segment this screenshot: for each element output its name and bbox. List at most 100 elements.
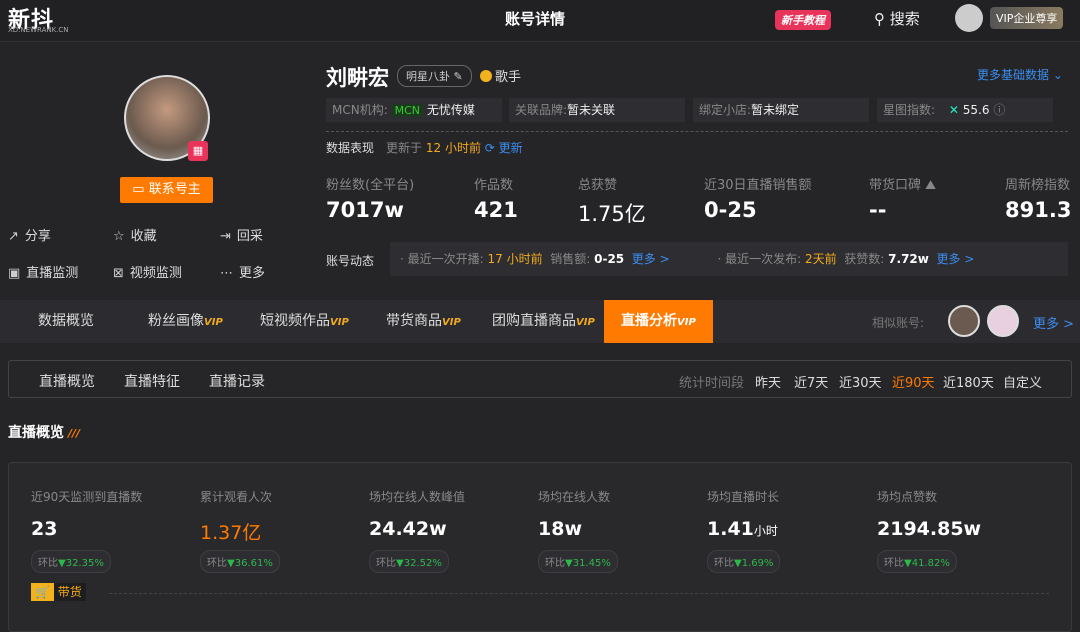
period-7d[interactable]: 近7天 <box>794 372 828 391</box>
page-title: 账号详情 <box>505 10 566 28</box>
metric-number: 23 <box>31 518 58 540</box>
sub-tabs-bar: 直播概览 直播特征 直播记录 统计时间段 昨天 近7天 近30天 近90天 近1… <box>8 360 1072 398</box>
stat-value: 1.75亿 <box>578 202 646 226</box>
metric-value: 1.41小时 <box>707 518 778 540</box>
ratio-label: 环比 <box>714 558 734 569</box>
metric-change: ▼41.82% <box>904 558 950 569</box>
main-tabs: 数据概览 粉丝画像VIP 短视频作品VIP 带货商品VIP 团购直播商品VIP … <box>0 300 1080 343</box>
metric-change: ▼32.52% <box>396 558 442 569</box>
tag-label: 明星八卦 <box>406 70 450 83</box>
dynamics-bar: · 最近一次开播: 17 小时前 销售额: 0-25 更多 > · 最近一次发布… <box>390 242 1068 276</box>
vip-tag: VIP <box>576 317 595 328</box>
info-label: 星图指数: <box>883 103 936 117</box>
info-value[interactable]: 无忧传媒 <box>427 103 475 117</box>
video-monitor-label: 视频监测 <box>129 266 182 281</box>
share-button[interactable]: ↗ 分享 <box>8 225 51 244</box>
period-custom[interactable]: 自定义 <box>1003 372 1042 391</box>
recollect-icon: ⇥ <box>220 229 231 244</box>
down-arrow-icon: ▼ <box>58 558 66 569</box>
subtab-live-records[interactable]: 直播记录 <box>209 371 265 391</box>
tab-group-live-goods[interactable]: 团购直播商品VIP <box>492 300 595 343</box>
qr-code-icon[interactable]: ▦ <box>188 141 208 161</box>
period-180d[interactable]: 近180天 <box>943 372 994 391</box>
tab-short-video[interactable]: 短视频作品VIP <box>260 300 349 343</box>
contact-owner-button[interactable]: ▭ 联系号主 <box>120 177 213 203</box>
tab-goods[interactable]: 带货商品VIP <box>386 300 461 343</box>
contact-label: 联系号主 <box>148 182 201 197</box>
search-label: 搜索 <box>889 10 920 28</box>
metric-value: 23 <box>31 518 57 540</box>
tab-data-overview[interactable]: 数据概览 <box>38 300 94 343</box>
tab-fans[interactable]: 粉丝画像VIP <box>148 300 223 343</box>
tutorial-button[interactable]: 新手教程 <box>775 10 831 30</box>
period-yesterday[interactable]: 昨天 <box>755 372 781 391</box>
logo-subtitle: XD.NEWRANK.CN <box>8 26 69 34</box>
recollect-button[interactable]: ⇥ 回采 <box>220 225 263 244</box>
chevron-down-icon: ⌄ <box>1052 68 1063 82</box>
more-basic-data-link[interactable]: 更多基础数据 ⌄ <box>977 66 1063 83</box>
search-button[interactable]: ⚲ 搜索 <box>874 8 920 29</box>
subtab-live-overview[interactable]: 直播概览 <box>39 371 95 391</box>
down-arrow-icon: ▼ <box>904 558 912 569</box>
info-shop: 绑定小店:暂未绑定 <box>693 98 869 122</box>
info-icon[interactable]: ⓘ <box>993 103 1005 117</box>
metric-number: 18w <box>538 518 582 540</box>
period-90d[interactable]: 近90天 <box>892 372 935 391</box>
post-more-link[interactable]: 更多 > <box>937 252 975 266</box>
share-label: 分享 <box>24 229 51 244</box>
section-title-label: 直播概览 <box>8 425 64 441</box>
change-value: 1.69% <box>741 558 774 569</box>
stat-label: 总获赞 <box>578 178 618 193</box>
info-label: 绑定小店: <box>699 103 752 117</box>
more-actions-button[interactable]: ⋯ 更多 <box>220 262 265 281</box>
metric-value: 18w <box>538 518 582 540</box>
metric-label: 场均直播时长 <box>707 490 780 504</box>
favorite-button[interactable]: ☆ 收藏 <box>113 225 157 244</box>
vip-badge[interactable]: VIP企业尊享 <box>990 7 1064 29</box>
category-tag[interactable]: 明星八卦 ✎ <box>397 65 472 87</box>
favorite-label: 收藏 <box>130 229 157 244</box>
metric-value: 2194.85w <box>877 518 981 540</box>
chart-icon: ⊠ <box>113 266 124 281</box>
live-more-link[interactable]: 更多 > <box>632 252 670 266</box>
similar-account-avatar[interactable] <box>948 305 980 337</box>
goods-badge[interactable]: 🛒 带货 <box>31 583 86 601</box>
down-arrow-icon: ▼ <box>565 558 573 569</box>
info-value: 暂未关联 <box>567 103 616 117</box>
sales-value: 0-25 <box>594 252 625 266</box>
tab-label: 短视频作品 <box>260 313 330 329</box>
similar-more-link[interactable]: 更多 > <box>1033 313 1074 332</box>
change-value: 32.52% <box>403 558 442 569</box>
metric-value: 24.42w <box>369 518 447 540</box>
metric-change: ▼32.35% <box>58 558 104 569</box>
info-label: 关联品牌: <box>515 103 568 117</box>
top-header: 新抖 XD.NEWRANK.CN 账号详情 新手教程 ⚲ 搜索 VIP企业尊享 <box>0 0 1080 42</box>
live-label: · 最近一次开播: <box>400 252 484 266</box>
period-30d[interactable]: 近30天 <box>839 372 882 391</box>
refresh-button[interactable]: ⟳ 更新 <box>485 141 523 155</box>
video-monitor-button[interactable]: ⊠ 视频监测 <box>113 262 182 281</box>
tab-label: 直播分析 <box>621 313 677 329</box>
info-mcn: MCN机构: MCN 无忧传媒 <box>326 98 502 122</box>
decor-icon: /// <box>68 427 81 440</box>
ratio-label: 环比 <box>376 558 396 569</box>
verified-category: 歌手 <box>480 66 521 85</box>
mcn-badge: MCN <box>391 104 423 117</box>
metric-value: 1.37亿 <box>200 518 261 545</box>
category-label: 歌手 <box>495 70 522 85</box>
more-icon: ⋯ <box>220 266 233 281</box>
cart-icon: 🛒 <box>31 583 54 601</box>
change-value: 32.35% <box>65 558 104 569</box>
live-monitor-button[interactable]: ▣ 直播监测 <box>8 262 78 281</box>
metric-number: 24.42w <box>369 518 447 540</box>
vip-tag: VIP <box>677 317 696 328</box>
subtab-live-features[interactable]: 直播特征 <box>124 371 180 391</box>
live-time: 17 小时前 <box>487 252 543 266</box>
vip-tag: VIP <box>204 317 223 328</box>
tab-live-analysis[interactable]: 直播分析VIP <box>604 300 713 343</box>
user-avatar[interactable] <box>955 4 983 32</box>
metric-number: 1.41 <box>707 518 754 540</box>
similar-account-avatar[interactable] <box>987 305 1019 337</box>
vip-tag: VIP <box>442 317 461 328</box>
chart-icon[interactable]: ⛰ <box>925 178 936 193</box>
